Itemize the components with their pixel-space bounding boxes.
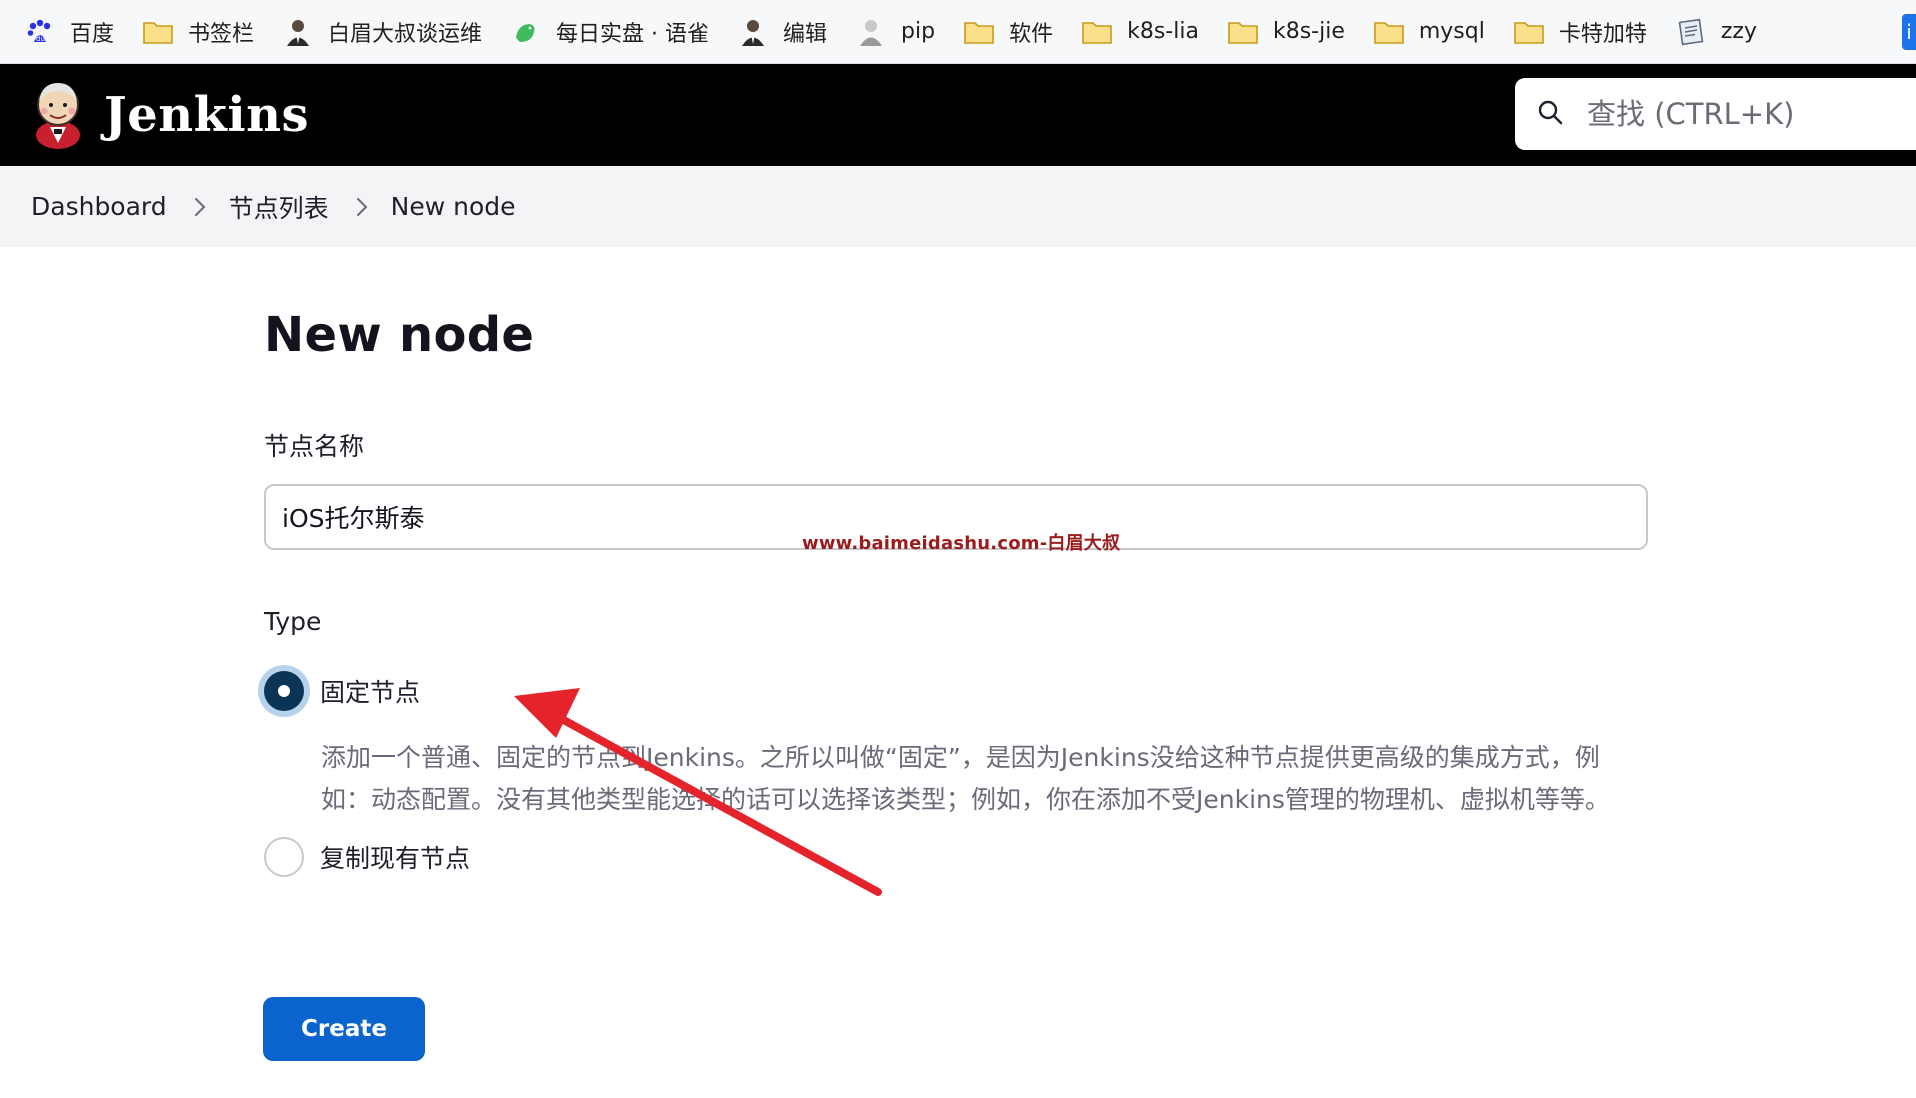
bookmark-edit[interactable]: 编辑 <box>737 16 827 48</box>
radio-label: 复制现有节点 <box>320 844 471 873</box>
bookmark-folder-bookmarks[interactable]: 书签栏 <box>142 16 254 48</box>
chevron-right-icon <box>193 196 207 218</box>
watermark-text: www.baimeidashu.com-白眉大叔 <box>802 533 1121 554</box>
folder-icon <box>142 16 174 48</box>
chevron-right-icon <box>355 196 369 218</box>
baidu-paw-icon: du <box>24 16 56 48</box>
folder-icon <box>1227 16 1259 48</box>
bookmark-label: 卡特加特 <box>1558 21 1647 47</box>
radio-description: 添加一个普通、固定的节点到Jenkins。之所以叫做“固定”，是因为Jenkin… <box>321 743 1610 814</box>
search-input[interactable] <box>1587 97 1887 131</box>
avatar-icon <box>282 16 314 48</box>
folder-icon <box>963 16 995 48</box>
bookmark-pip[interactable]: pip <box>855 16 935 48</box>
bookmark-folder-kattegat[interactable]: 卡特加特 <box>1513 16 1647 48</box>
search-box[interactable] <box>1515 78 1916 150</box>
radio-checked-icon[interactable] <box>264 671 304 711</box>
radio-permanent-agent[interactable]: 固定节点 <box>264 671 420 711</box>
create-button[interactable]: Create <box>263 997 425 1061</box>
folder-icon <box>1373 16 1405 48</box>
app-name: Jenkins <box>104 87 310 143</box>
bookmarks-bar: du 百度 书签栏 白眉大叔谈运维 每日实盘 · 语雀 编辑 pip 软件 k8… <box>0 0 1916 64</box>
bookmark-label: zzy <box>1720 19 1757 44</box>
bookmark-folder-k8s-jie[interactable]: k8s-jie <box>1227 16 1345 48</box>
page-title: New node <box>264 307 535 363</box>
bookmark-label: 百度 <box>70 21 115 47</box>
search-icon <box>1537 99 1563 129</box>
radio-unchecked-icon[interactable] <box>264 837 304 877</box>
breadcrumb-new-node[interactable]: New node <box>391 192 516 221</box>
bookmark-label: 软件 <box>1009 21 1054 47</box>
bookmark-label: pip <box>901 19 936 44</box>
jenkins-logo[interactable]: Jenkins <box>30 77 309 153</box>
jenkins-butler-icon <box>30 77 86 153</box>
bookmark-label: k8s-lia <box>1127 19 1199 44</box>
folder-icon <box>1513 16 1545 48</box>
bookmark-label: 书签栏 <box>188 21 255 47</box>
bookmark-label: k8s-jie <box>1272 19 1345 44</box>
node-name-label: 节点名称 <box>264 432 365 461</box>
bookmark-zzy[interactable]: zzy <box>1675 16 1757 48</box>
bookmark-yuque[interactable]: 每日实盘 · 语雀 <box>510 16 709 48</box>
bookmark-label: 每日实盘 · 语雀 <box>556 21 710 47</box>
bookmark-label: 白眉大叔谈运维 <box>328 21 483 47</box>
breadcrumb-dashboard[interactable]: Dashboard <box>31 192 167 221</box>
avatar-icon <box>855 16 887 48</box>
bookmark-baidu[interactable]: du 百度 <box>24 16 114 48</box>
folder-icon <box>1081 16 1113 48</box>
radio-label: 固定节点 <box>320 678 421 707</box>
svg-text:du: du <box>36 35 45 43</box>
breadcrumb-node-list[interactable]: 节点列表 <box>229 189 329 225</box>
bookmark-folder-mysql[interactable]: mysql <box>1373 16 1485 48</box>
overflow-bookmark-icon[interactable]: i <box>1902 14 1916 50</box>
bookmark-label: mysql <box>1418 19 1485 44</box>
avatar-icon <box>737 16 769 48</box>
bookmark-folder-k8s-lia[interactable]: k8s-lia <box>1081 16 1199 48</box>
breadcrumb: Dashboard 节点列表 New node <box>0 166 1916 247</box>
radio-copy-existing-node[interactable]: 复制现有节点 <box>264 837 470 877</box>
bookmark-folder-software[interactable]: 软件 <box>963 16 1053 48</box>
bookmark-baimei[interactable]: 白眉大叔谈运维 <box>282 16 482 48</box>
type-label: Type <box>264 607 322 636</box>
bookmark-label: 编辑 <box>783 21 828 47</box>
app-header: Jenkins <box>0 64 1916 166</box>
yuque-bird-icon <box>510 16 542 48</box>
document-icon <box>1675 16 1707 48</box>
